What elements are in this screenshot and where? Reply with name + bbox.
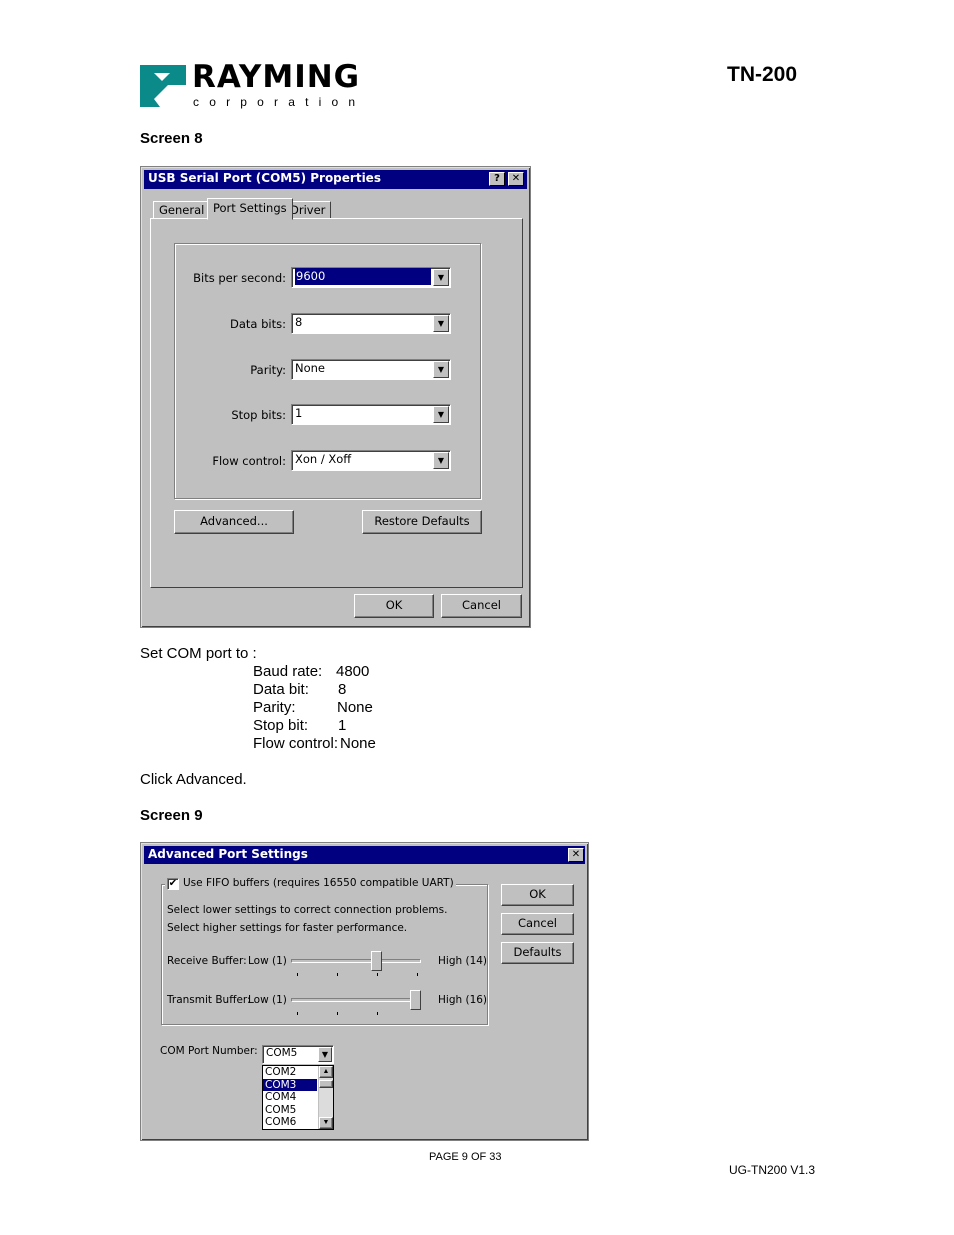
transmit-low-label: Low (1) <box>248 994 287 1006</box>
defaults-button[interactable]: Defaults <box>501 942 574 964</box>
transmit-slider-track[interactable] <box>291 998 421 1002</box>
receive-slider-thumb[interactable] <box>370 951 382 971</box>
brand-name: RAYMING <box>192 59 361 95</box>
ok-button[interactable]: OK <box>354 594 434 618</box>
receive-high-label: High (14) <box>438 955 488 967</box>
scroll-up-icon[interactable]: ▲ <box>319 1066 333 1078</box>
advanced-ok-button[interactable]: OK <box>501 884 574 906</box>
baud-rate-value: 4800 <box>336 663 370 680</box>
chevron-down-icon[interactable]: ▼ <box>318 1047 332 1062</box>
scroll-down-icon[interactable]: ▼ <box>319 1117 333 1129</box>
com-port-select[interactable]: COM5 ▼ <box>262 1045 334 1064</box>
screen8-heading: Screen 8 <box>140 130 203 147</box>
chevron-down-icon[interactable]: ▼ <box>433 406 449 423</box>
transmit-tick <box>337 1012 338 1015</box>
document-title: TN-200 <box>727 63 798 86</box>
advanced-cancel-button[interactable]: Cancel <box>501 913 574 935</box>
advanced-close-button[interactable]: ✕ <box>568 848 584 862</box>
rayming-logo-icon <box>140 65 186 107</box>
transmit-tick <box>297 1012 298 1015</box>
cancel-button[interactable]: Cancel <box>441 594 522 618</box>
window-title-bar: USB Serial Port (COM5) Properties <box>144 170 527 189</box>
parity-setting-value: None <box>337 699 373 716</box>
parity-setting-label: Parity: <box>253 699 296 716</box>
bits-per-second-value: 9600 <box>295 268 431 285</box>
tab-port-settings[interactable]: Port Settings <box>207 198 293 220</box>
transmit-slider-thumb[interactable] <box>410 990 421 1010</box>
page-number: PAGE 9 OF 33 <box>429 1151 502 1163</box>
brand-subtitle: corporation <box>193 95 366 109</box>
hint-line-1: Select lower settings to correct connect… <box>167 904 448 916</box>
receive-slider-track[interactable] <box>291 959 421 963</box>
advanced-title-bar: Advanced Port Settings <box>144 846 585 864</box>
advanced-button[interactable]: Advanced... <box>174 510 294 534</box>
window-title: USB Serial Port (COM5) Properties <box>148 171 381 185</box>
data-bits-select[interactable]: 8 ▼ <box>291 313 451 334</box>
stop-bits-select[interactable]: 1 ▼ <box>291 404 451 425</box>
receive-tick <box>377 973 378 976</box>
receive-tick <box>297 973 298 976</box>
flow-control-value: Xon / Xoff <box>295 452 352 466</box>
stop-bit-label: Stop bit: <box>253 717 309 734</box>
document-version: UG-TN200 V1.3 <box>729 1163 816 1177</box>
flow-control-setting-label: Flow control: <box>253 735 339 752</box>
flow-control-select[interactable]: Xon / Xoff ▼ <box>291 450 451 471</box>
transmit-high-label: High (16) <box>438 994 488 1006</box>
stop-bits-value: 1 <box>295 406 303 420</box>
click-advanced-text: Click Advanced. <box>140 771 247 788</box>
advanced-window-title: Advanced Port Settings <box>148 847 308 861</box>
usb-serial-properties-window: USB Serial Port (COM5) Properties ? ✕ Ge… <box>140 166 531 628</box>
chevron-down-icon[interactable]: ▼ <box>433 452 449 469</box>
instruction-intro: Set COM port to : <box>140 645 257 662</box>
scroll-thumb[interactable] <box>319 1080 333 1088</box>
stop-bits-label: Stop bits: <box>231 408 286 422</box>
stop-bit-value: 1 <box>338 717 347 734</box>
receive-low-label: Low (1) <box>248 955 287 967</box>
transmit-tick <box>377 1012 378 1015</box>
list-scrollbar[interactable]: ▲ ▼ <box>318 1066 333 1129</box>
com-port-number-label: COM Port Number: <box>160 1045 258 1057</box>
chevron-down-icon[interactable]: ▼ <box>433 361 449 378</box>
close-button[interactable]: ✕ <box>508 172 524 186</box>
parity-label: Parity: <box>250 363 286 377</box>
bits-per-second-select[interactable]: 9600 ▼ <box>291 267 451 288</box>
data-bits-label: Data bits: <box>230 317 286 331</box>
data-bits-value: 8 <box>295 315 303 329</box>
data-bit-label: Data bit: <box>253 681 309 698</box>
fifo-checkbox-row[interactable]: ✔ Use FIFO buffers (requires 16550 compa… <box>165 877 456 890</box>
receive-tick <box>417 973 418 976</box>
chevron-down-icon[interactable]: ▼ <box>433 315 449 332</box>
baud-rate-label: Baud rate: <box>253 663 323 680</box>
flow-control-setting-value: None <box>340 735 376 752</box>
fifo-checkbox[interactable]: ✔ <box>167 877 179 890</box>
parity-value: None <box>295 361 326 375</box>
com-port-value: COM5 <box>266 1047 298 1059</box>
transmit-buffer-label: Transmit Buffer: <box>167 994 251 1006</box>
receive-tick <box>337 973 338 976</box>
parity-select[interactable]: None ▼ <box>291 359 451 380</box>
data-bit-value: 8 <box>338 681 347 698</box>
tab-general[interactable]: General <box>153 201 211 219</box>
com-option-com3[interactable]: COM3 <box>263 1078 317 1091</box>
bits-per-second-label: Bits per second: <box>193 271 286 285</box>
com-port-dropdown-list[interactable]: COM2 COM3 COM4 COM5 COM6 ▲ ▼ <box>262 1065 334 1130</box>
advanced-port-settings-window: Advanced Port Settings ✕ ✔ Use FIFO buff… <box>140 842 589 1141</box>
restore-defaults-button[interactable]: Restore Defaults <box>362 510 482 534</box>
flow-control-label: Flow control: <box>212 454 286 468</box>
help-button[interactable]: ? <box>489 172 505 186</box>
fifo-checkbox-label: Use FIFO buffers (requires 16550 compati… <box>183 877 454 889</box>
screen9-heading: Screen 9 <box>140 807 203 824</box>
chevron-down-icon[interactable]: ▼ <box>433 269 449 286</box>
receive-buffer-label: Receive Buffer: <box>167 955 247 967</box>
hint-line-2: Select higher settings for faster perfor… <box>167 922 408 934</box>
